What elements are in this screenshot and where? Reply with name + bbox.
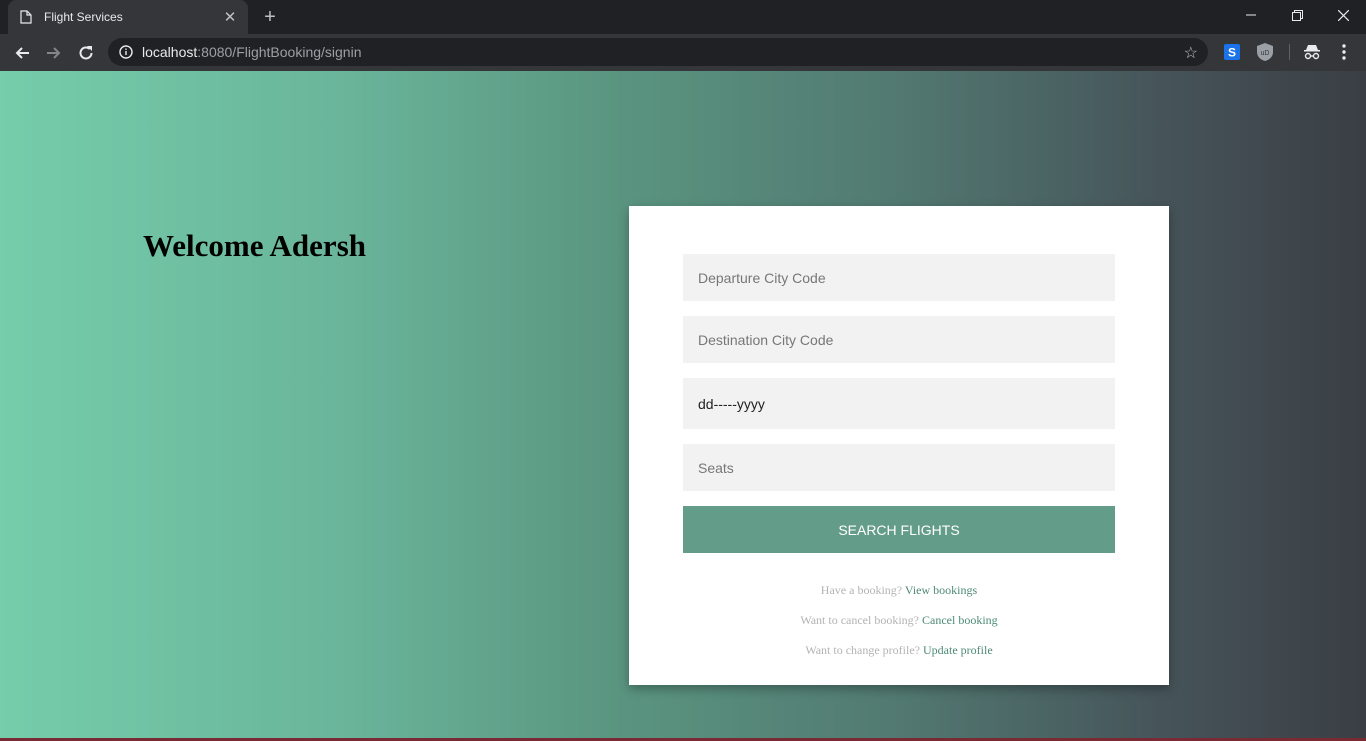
document-icon bbox=[20, 9, 34, 25]
update-profile-link[interactable]: Update profile bbox=[923, 643, 993, 657]
date-input[interactable]: dd-----yyyy bbox=[683, 378, 1115, 429]
svg-text:S: S bbox=[1228, 46, 1236, 60]
svg-text:uD: uD bbox=[1261, 50, 1270, 57]
address-bar[interactable]: localhost :8080/FlightBooking/signin ☆ bbox=[108, 38, 1208, 66]
cancel-booking-link[interactable]: Cancel booking bbox=[922, 613, 998, 627]
tab-strip: Flight Services ✕ + bbox=[0, 0, 1366, 34]
toolbar-divider bbox=[1289, 44, 1290, 60]
welcome-heading: Welcome Adersh bbox=[143, 228, 366, 263]
update-profile-prompt: Want to change profile? bbox=[805, 643, 920, 657]
view-bookings-message: Have a booking? View bookings bbox=[629, 583, 1169, 598]
reload-icon[interactable] bbox=[72, 39, 100, 67]
window-close-icon[interactable] bbox=[1320, 0, 1366, 30]
tab-title: Flight Services bbox=[44, 10, 123, 24]
search-flights-button[interactable]: SEARCH FLIGHTS bbox=[683, 506, 1115, 553]
url-path: :8080/FlightBooking/signin bbox=[197, 44, 362, 60]
cancel-booking-prompt: Want to cancel booking? bbox=[800, 613, 919, 627]
kebab-menu-icon[interactable] bbox=[1335, 43, 1353, 61]
date-value: dd-----yyyy bbox=[698, 395, 765, 412]
tab-flight-services[interactable]: Flight Services ✕ bbox=[8, 0, 248, 34]
view-bookings-prompt: Have a booking? bbox=[820, 583, 903, 597]
browser-toolbar: localhost :8080/FlightBooking/signin ☆ S… bbox=[0, 34, 1366, 71]
page-viewport: Welcome Adersh dd-----yyyy SEARCH FLIGHT… bbox=[0, 71, 1366, 741]
restore-icon[interactable] bbox=[1274, 0, 1320, 30]
destination-city-input[interactable] bbox=[683, 316, 1115, 363]
minimize-icon[interactable] bbox=[1228, 0, 1274, 30]
close-icon[interactable]: ✕ bbox=[222, 8, 238, 26]
view-bookings-link[interactable]: View bookings bbox=[905, 583, 977, 597]
departure-city-input[interactable] bbox=[683, 254, 1115, 301]
info-icon[interactable] bbox=[118, 44, 134, 60]
plus-icon[interactable]: + bbox=[258, 5, 282, 29]
cancel-booking-message: Want to cancel booking? Cancel booking bbox=[629, 613, 1169, 628]
s-extension-icon[interactable]: S bbox=[1223, 43, 1241, 61]
update-profile-message: Want to change profile? Update profile bbox=[629, 643, 1169, 658]
back-arrow-icon[interactable] bbox=[8, 39, 36, 67]
url-host: localhost bbox=[142, 44, 198, 60]
forward-arrow-icon[interactable] bbox=[40, 39, 68, 67]
seats-input[interactable] bbox=[683, 444, 1115, 491]
star-icon[interactable]: ☆ bbox=[1184, 43, 1198, 63]
ublock-icon[interactable]: uD bbox=[1256, 43, 1274, 61]
search-form-card: dd-----yyyy SEARCH FLIGHTS Have a bookin… bbox=[629, 206, 1169, 685]
incognito-icon[interactable] bbox=[1303, 43, 1321, 61]
